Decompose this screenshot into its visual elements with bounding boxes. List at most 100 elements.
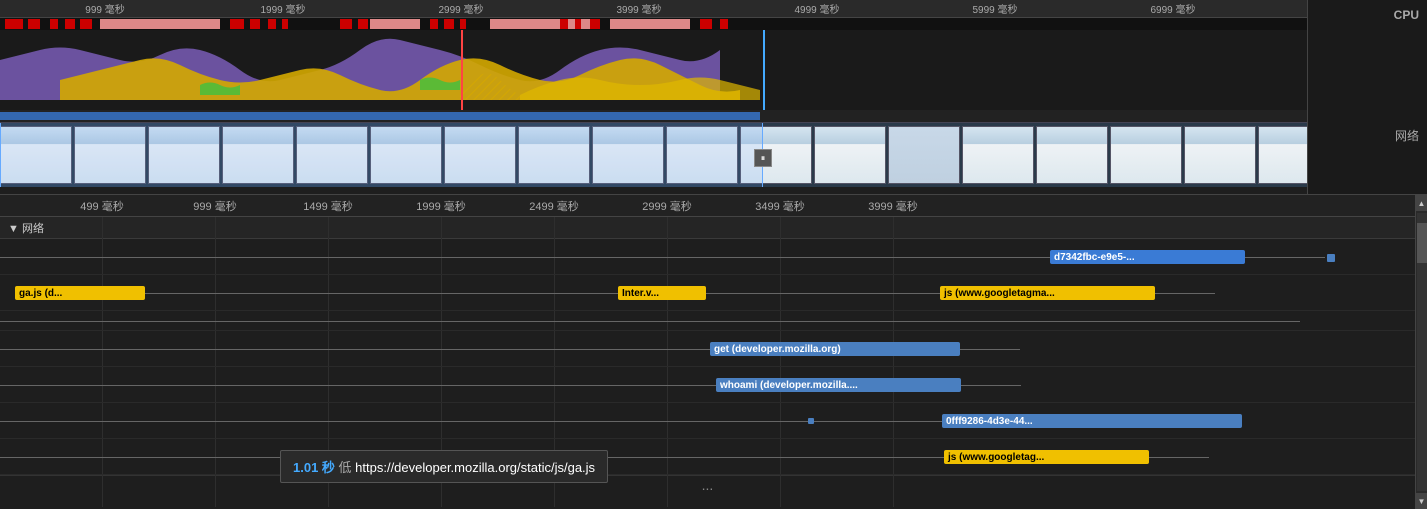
network-bar-overview xyxy=(0,110,1307,122)
screenshot-12 xyxy=(888,126,960,184)
screenshot-16 xyxy=(1184,126,1256,184)
marker-red-7 xyxy=(250,19,260,29)
more-indicator: ... xyxy=(0,475,1415,493)
marker-red-6 xyxy=(230,19,244,29)
h-line-row4-right xyxy=(961,385,1021,386)
selection-overlay xyxy=(0,123,763,187)
request-bar-get-mozilla[interactable]: get (developer.mozilla.org) xyxy=(710,342,960,356)
marker-pink-4 xyxy=(610,19,690,29)
time-ruler-top: 999 毫秒 1999 毫秒 2999 毫秒 3999 毫秒 4999 毫秒 5… xyxy=(0,0,1307,18)
main-tick-3999: 3999 毫秒 xyxy=(868,198,918,214)
marker-red-1 xyxy=(5,19,23,29)
scrollbar-down-button[interactable]: ▼ xyxy=(1416,493,1427,509)
h-line-row1-end xyxy=(1155,293,1215,294)
marker-red-11 xyxy=(358,19,368,29)
main-tick-2499: 2499 毫秒 xyxy=(529,198,579,214)
marker-red-19 xyxy=(720,19,728,29)
h-line-row1-right xyxy=(706,293,940,294)
main-tick-1499: 1499 毫秒 xyxy=(303,198,353,214)
marker-red-18 xyxy=(700,19,712,29)
marker-red-14 xyxy=(460,19,466,29)
screenshot-15 xyxy=(1110,126,1182,184)
network-row-3: get (developer.mozilla.org) xyxy=(0,331,1415,367)
network-section-label: ▼ 网络 xyxy=(8,220,44,236)
cpu-label: CPU xyxy=(1394,8,1419,22)
h-line-row0-right xyxy=(1245,257,1325,258)
right-panel: CPU 网络 xyxy=(1307,0,1427,194)
h-line-row1-mid xyxy=(145,293,618,294)
marker-pink-1 xyxy=(100,19,220,29)
network-bar-fill xyxy=(0,112,760,120)
tick-6999: 6999 毫秒 xyxy=(1150,1,1195,16)
screenshots-strip: ⏸ xyxy=(0,122,1307,187)
network-rows: d7342fbc-e9e5-... ga.js (d... Inter.v...… xyxy=(0,239,1415,475)
request-bar-d7342[interactable]: d7342fbc-e9e5-... xyxy=(1050,250,1245,264)
h-line-row6-right xyxy=(1149,457,1209,458)
marker-red-4 xyxy=(65,19,75,29)
network-row-1: ga.js (d... Inter.v... js (www.googletag… xyxy=(0,275,1415,311)
cpu-label-area: CPU xyxy=(1308,0,1427,120)
time-ruler-main: 499 毫秒 999 毫秒 1499 毫秒 1999 毫秒 2499 毫秒 29… xyxy=(0,195,1415,217)
screenshot-14 xyxy=(1036,126,1108,184)
tick-2999: 2999 毫秒 xyxy=(438,1,483,16)
tick-3999: 3999 毫秒 xyxy=(616,1,661,16)
tooltip: 1.01 秒 低 https://developer.mozilla.org/s… xyxy=(280,450,608,483)
network-label: 网络 xyxy=(1395,127,1419,144)
timeline-content: 499 毫秒 999 毫秒 1499 毫秒 1999 毫秒 2499 毫秒 29… xyxy=(0,195,1415,509)
overview-main: 999 毫秒 1999 毫秒 2999 毫秒 3999 毫秒 4999 毫秒 5… xyxy=(0,0,1307,194)
h-line-row4-left xyxy=(0,385,716,386)
scrollbar-track xyxy=(1417,213,1427,491)
network-row-4: whoami (developer.mozilla.... xyxy=(0,367,1415,403)
marker-red-2 xyxy=(28,19,40,29)
screenshot-17 xyxy=(1258,126,1307,184)
marker-red-15 xyxy=(560,19,568,29)
h-line-row3-left xyxy=(0,349,710,350)
main-tick-2999: 2999 毫秒 xyxy=(642,198,692,214)
network-header: ▼ 网络 xyxy=(0,217,1415,239)
blue-marker-row5 xyxy=(808,418,814,424)
h-line-row2 xyxy=(0,321,1300,322)
network-label-area: 网络 xyxy=(1308,120,1427,150)
network-row-0: d7342fbc-e9e5-... xyxy=(0,239,1415,275)
more-dots: ... xyxy=(702,477,714,493)
tick-5999: 5999 毫秒 xyxy=(972,1,1017,16)
screenshot-11 xyxy=(814,126,886,184)
marker-pink-2 xyxy=(370,19,420,29)
marker-red-9 xyxy=(282,19,288,29)
request-bar-0fff[interactable]: 0fff9286-4d3e-44... xyxy=(942,414,1242,428)
network-row-tooltip-area xyxy=(0,311,1415,331)
marker-red-10 xyxy=(340,19,352,29)
selection-line-red xyxy=(461,30,463,110)
request-bar-js-googletag[interactable]: js (www.googletag... xyxy=(944,450,1149,464)
h-line-row5-left xyxy=(0,421,942,422)
request-bar-gajs[interactable]: ga.js (d... xyxy=(15,286,145,300)
main-tick-999: 999 毫秒 xyxy=(193,198,236,214)
marker-red-3 xyxy=(50,19,58,29)
scrollbar-right[interactable]: ▲ ▼ xyxy=(1415,195,1427,509)
main-tick-3499: 3499 毫秒 xyxy=(755,198,805,214)
request-bar-js-googletagma[interactable]: js (www.googletagma... xyxy=(940,286,1155,300)
request-bar-interv[interactable]: Inter.v... xyxy=(618,286,706,300)
selection-line-blue xyxy=(763,30,765,110)
marker-red-16 xyxy=(575,19,581,29)
marker-red-13 xyxy=(444,19,454,29)
markers-row xyxy=(0,18,1307,30)
h-line-row0-left xyxy=(0,257,1050,258)
scrollbar-thumb[interactable] xyxy=(1417,223,1427,263)
marker-red-8 xyxy=(268,19,276,29)
marker-red-12 xyxy=(430,19,438,29)
screenshot-13 xyxy=(962,126,1034,184)
timeline-panel: 499 毫秒 999 毫秒 1499 毫秒 1999 毫秒 2499 毫秒 29… xyxy=(0,195,1427,509)
tick-1999: 1999 毫秒 xyxy=(260,1,305,16)
overview-panel: 999 毫秒 1999 毫秒 2999 毫秒 3999 毫秒 4999 毫秒 5… xyxy=(0,0,1427,195)
marker-red-17 xyxy=(590,19,600,29)
pause-button[interactable]: ⏸ xyxy=(754,149,772,167)
h-line-row3-right xyxy=(960,349,1020,350)
scrollbar-up-button[interactable]: ▲ xyxy=(1416,195,1427,211)
network-row-5: 0fff9286-4d3e-44... xyxy=(0,403,1415,439)
cpu-chart xyxy=(0,30,1307,110)
request-bar-whoami[interactable]: whoami (developer.mozilla.... xyxy=(716,378,961,392)
network-row-6: js (www.googletag... xyxy=(0,439,1415,475)
main-tick-1999: 1999 毫秒 xyxy=(416,198,466,214)
main-tick-499: 499 毫秒 xyxy=(80,198,123,214)
